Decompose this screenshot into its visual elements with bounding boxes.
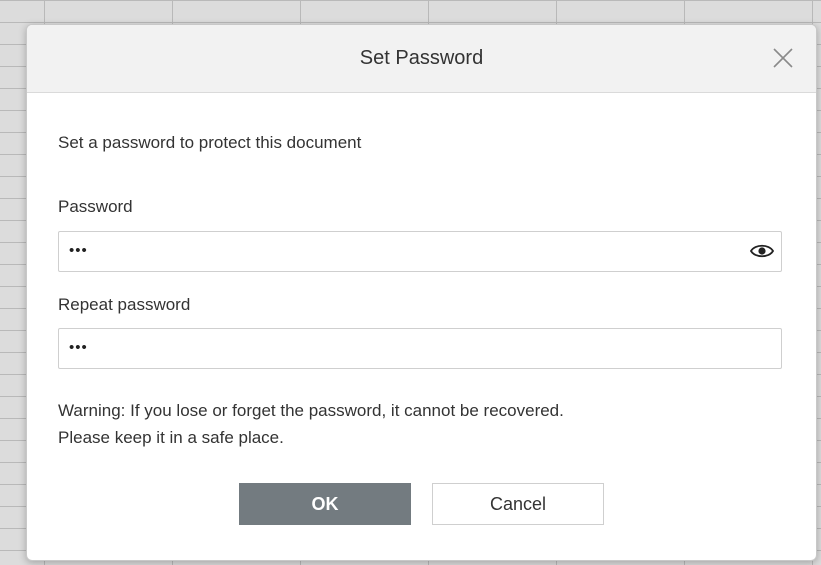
dialog-description: Set a password to protect this document	[58, 133, 362, 152]
set-password-dialog: Set Password Set a password to protect t…	[26, 24, 817, 561]
ok-button[interactable]: OK	[239, 483, 411, 525]
password-field[interactable]: •••	[58, 231, 782, 272]
repeat-password-label: Repeat password	[58, 295, 191, 314]
warning-line-2: Please keep it in a safe place.	[58, 428, 284, 447]
eye-icon	[749, 244, 775, 258]
warning-text: Warning: If you lose or forget the passw…	[58, 397, 758, 451]
repeat-password-field[interactable]: •••	[58, 328, 782, 369]
warning-line-1: Warning: If you lose or forget the passw…	[58, 401, 564, 420]
show-password-toggle[interactable]	[749, 241, 775, 261]
repeat-password-value: •••	[69, 339, 88, 356]
close-icon	[773, 48, 793, 68]
dialog-title: Set Password	[359, 47, 484, 69]
password-value: •••	[69, 242, 88, 259]
dialog-header: Set Password	[27, 25, 816, 93]
password-label: Password	[58, 197, 133, 216]
close-button[interactable]	[770, 45, 796, 71]
cancel-button[interactable]: Cancel	[432, 483, 604, 525]
